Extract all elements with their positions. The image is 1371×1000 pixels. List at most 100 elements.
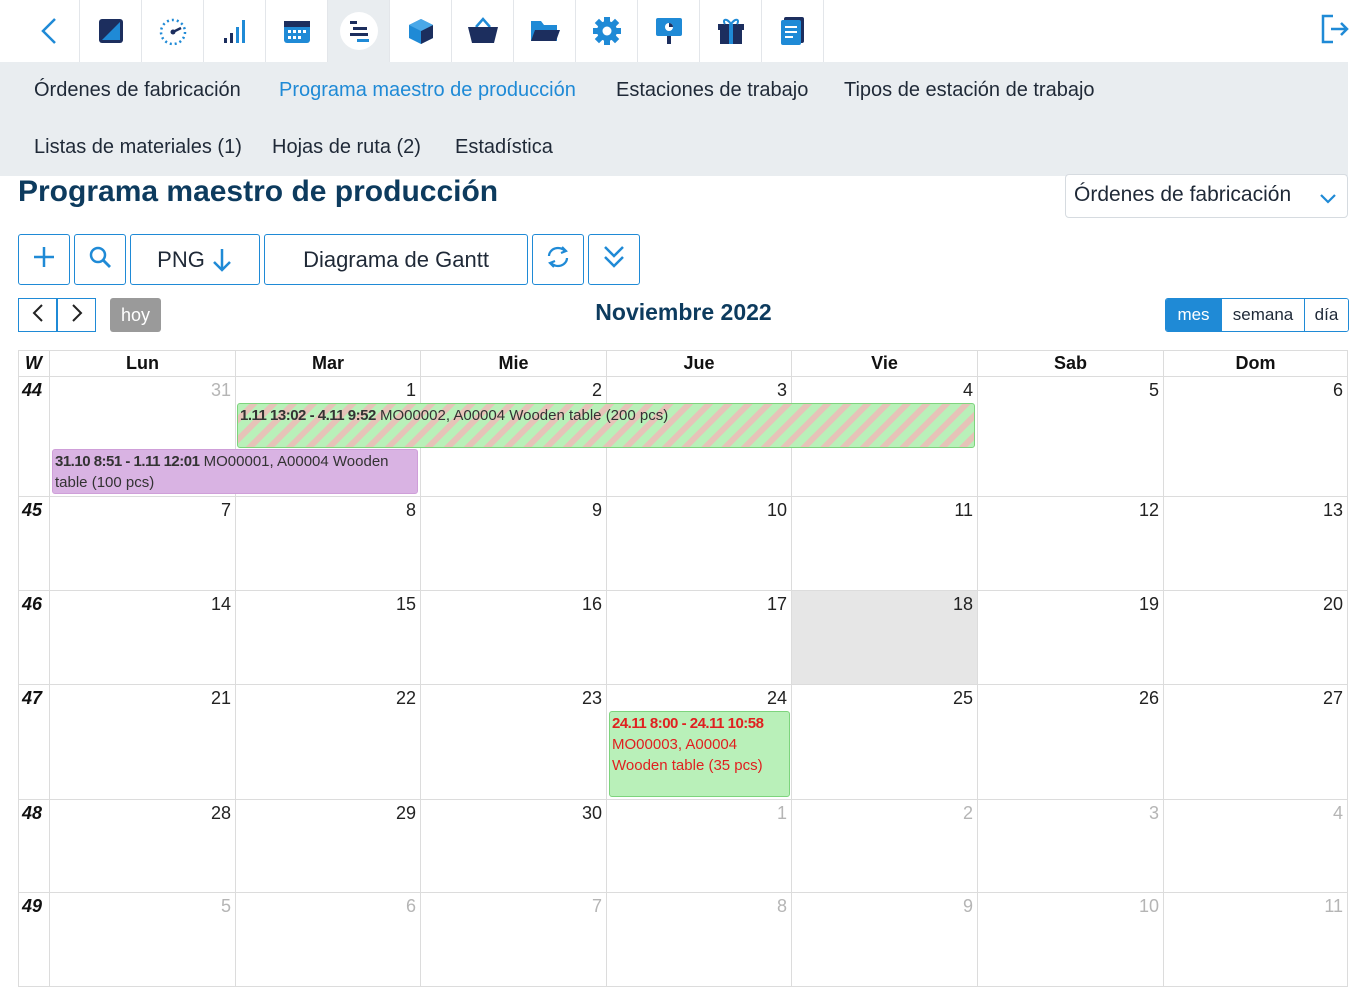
day-number: 30 bbox=[581, 803, 602, 823]
week-number-cell: 47 bbox=[18, 685, 50, 800]
day-number: 27 bbox=[1322, 688, 1343, 708]
day-cell[interactable]: 21 bbox=[50, 685, 236, 800]
day-cell[interactable]: 9 bbox=[421, 497, 607, 591]
day-cell[interactable]: 3 bbox=[978, 800, 1164, 893]
day-cell[interactable]: 10 bbox=[607, 497, 792, 591]
day-cell[interactable]: 6 bbox=[1164, 377, 1348, 497]
calendar-icon[interactable] bbox=[266, 0, 328, 62]
back-icon[interactable] bbox=[18, 0, 80, 62]
day-cell[interactable]: 27 bbox=[1164, 685, 1348, 800]
gantt-icon[interactable] bbox=[328, 0, 390, 62]
day-cell[interactable]: 13 bbox=[1164, 497, 1348, 591]
folder-icon[interactable] bbox=[514, 0, 576, 62]
day-number: 23 bbox=[581, 688, 602, 708]
day-cell[interactable]: 8 bbox=[607, 893, 792, 987]
day-number: 18 bbox=[952, 594, 973, 614]
view-week-button[interactable]: semana bbox=[1221, 299, 1304, 331]
day-cell[interactable]: 11 bbox=[1164, 893, 1348, 987]
document-icon[interactable] bbox=[762, 0, 824, 62]
day-number: 28 bbox=[210, 803, 231, 823]
day-cell[interactable]: 14 bbox=[50, 591, 236, 685]
view-select-value: Órdenes de fabricación bbox=[1074, 183, 1292, 206]
week-number: 47 bbox=[22, 688, 43, 708]
add-button[interactable] bbox=[18, 234, 70, 285]
nav-estaciones-trabajo[interactable]: Estaciones de trabajo bbox=[616, 79, 808, 102]
gantt-button-label: Diagrama de Gantt bbox=[303, 246, 489, 272]
day-cell[interactable]: 10 bbox=[978, 893, 1164, 987]
nav-tipos-estacion[interactable]: Tipos de estación de trabajo bbox=[844, 79, 1095, 102]
design-icon[interactable] bbox=[80, 0, 142, 62]
event-time: 24.11 8:00 - 24.11 10:58 bbox=[612, 715, 764, 732]
day-cell[interactable]: 20 bbox=[1164, 591, 1348, 685]
search-button[interactable] bbox=[74, 234, 126, 285]
day-number: 13 bbox=[1322, 500, 1343, 520]
view-select[interactable]: Órdenes de fabricación bbox=[1065, 174, 1348, 218]
day-number: 4 bbox=[1332, 803, 1343, 823]
day-cell[interactable]: 30 bbox=[421, 800, 607, 893]
day-cell[interactable]: 29 bbox=[236, 800, 421, 893]
day-number: 9 bbox=[591, 500, 602, 520]
day-cell[interactable]: 11 bbox=[792, 497, 978, 591]
gift-icon[interactable] bbox=[700, 0, 762, 62]
day-cell[interactable]: 22 bbox=[236, 685, 421, 800]
day-cell[interactable]: 26 bbox=[978, 685, 1164, 800]
nav-estadistica[interactable]: Estadística bbox=[455, 136, 553, 159]
view-month-button[interactable]: mes bbox=[1166, 299, 1221, 331]
signal-icon[interactable] bbox=[204, 0, 266, 62]
nav-ordenes-fabricacion[interactable]: Órdenes de fabricación bbox=[34, 79, 241, 102]
day-cell[interactable]: 9 bbox=[792, 893, 978, 987]
day-cell[interactable]: 7 bbox=[421, 893, 607, 987]
day-number: 15 bbox=[395, 594, 416, 614]
event-time: 31.10 8:51 - 1.11 12:01 bbox=[55, 453, 200, 470]
day-number: 1 bbox=[405, 380, 416, 400]
day-number: 2 bbox=[591, 380, 602, 400]
expand-button[interactable] bbox=[588, 234, 640, 285]
day-number: 11 bbox=[1324, 896, 1343, 916]
day-cell[interactable]: 8 bbox=[236, 497, 421, 591]
basket-icon[interactable] bbox=[452, 0, 514, 62]
day-cell[interactable]: 7 bbox=[50, 497, 236, 591]
view-day-button[interactable]: día bbox=[1304, 299, 1348, 331]
day-cell[interactable]: 15 bbox=[236, 591, 421, 685]
day-cell[interactable]: 4 bbox=[1164, 800, 1348, 893]
plus-icon bbox=[32, 245, 56, 275]
day-number: 16 bbox=[581, 594, 602, 614]
day-cell[interactable]: 12 bbox=[978, 497, 1164, 591]
week-number-cell: 45 bbox=[18, 497, 50, 591]
event-text: MO00002, A00004 Wooden table (200 pcs) bbox=[375, 407, 669, 424]
nav-hojas-ruta[interactable]: Hojas de ruta (2) bbox=[272, 136, 421, 159]
export-png-button[interactable]: PNG bbox=[130, 234, 260, 285]
day-cell[interactable]: 17 bbox=[607, 591, 792, 685]
event-text: MO00003, A00004 Wooden table (35 pcs) bbox=[612, 736, 763, 774]
week-number: 44 bbox=[22, 380, 43, 400]
day-number: 3 bbox=[776, 380, 787, 400]
gear-icon[interactable] bbox=[576, 0, 638, 62]
month-title-text: Noviembre 2022 bbox=[595, 299, 772, 325]
dashboard-icon[interactable] bbox=[142, 0, 204, 62]
gantt-chart-button[interactable]: Diagrama de Gantt bbox=[264, 234, 528, 285]
day-cell-today[interactable]: 18 bbox=[792, 591, 978, 685]
day-number: 21 bbox=[210, 688, 231, 708]
day-cell[interactable]: 6 bbox=[236, 893, 421, 987]
logout-icon[interactable] bbox=[1319, 12, 1353, 46]
refresh-button[interactable] bbox=[532, 234, 584, 285]
calendar-event[interactable]: 1.11 13:02 - 4.11 9:52 MO00002, A00004 W… bbox=[237, 403, 975, 448]
day-cell[interactable]: 2 bbox=[792, 800, 978, 893]
presentation-icon[interactable] bbox=[638, 0, 700, 62]
day-cell[interactable]: 23 bbox=[421, 685, 607, 800]
day-number: 8 bbox=[776, 896, 787, 916]
day-cell[interactable]: 25 bbox=[792, 685, 978, 800]
calendar-event[interactable]: 24.11 8:00 - 24.11 10:58 MO00003, A00004… bbox=[609, 711, 790, 797]
day-number: 19 bbox=[1138, 594, 1159, 614]
box-icon[interactable] bbox=[390, 0, 452, 62]
day-number: 3 bbox=[1148, 803, 1159, 823]
day-cell[interactable]: 1 bbox=[607, 800, 792, 893]
nav-listas-materiales[interactable]: Listas de materiales (1) bbox=[34, 136, 242, 159]
day-cell[interactable]: 28 bbox=[50, 800, 236, 893]
calendar-event[interactable]: 31.10 8:51 - 1.11 12:01 MO00001, A00004 … bbox=[52, 449, 418, 494]
day-cell[interactable]: 16 bbox=[421, 591, 607, 685]
day-cell[interactable]: 5 bbox=[978, 377, 1164, 497]
day-cell[interactable]: 19 bbox=[978, 591, 1164, 685]
day-cell[interactable]: 5 bbox=[50, 893, 236, 987]
nav-programa-maestro[interactable]: Programa maestro de producción bbox=[279, 79, 576, 102]
